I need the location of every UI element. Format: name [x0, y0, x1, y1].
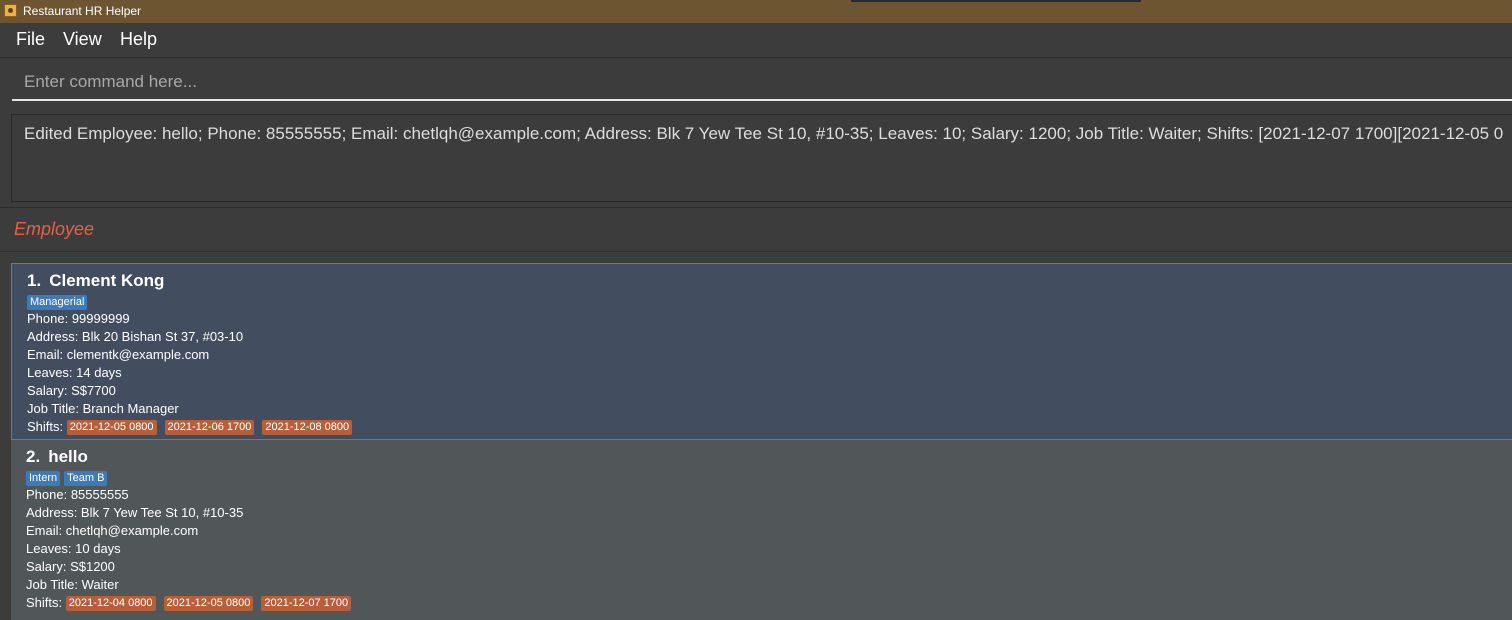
shifts-label: Shifts: — [26, 595, 63, 610]
shift-badge: 2021-12-05 0800 — [163, 596, 254, 611]
shifts-label: Shifts: — [27, 419, 64, 434]
shift-badge: 2021-12-05 0800 — [66, 420, 157, 435]
employee-name: Clement Kong — [49, 271, 165, 290]
employee-email: Email: clementk@example.com — [27, 347, 210, 362]
window-title: Restaurant HR Helper — [23, 4, 142, 18]
shift-badge: 2021-12-04 0800 — [65, 596, 156, 611]
tag: Team B — [64, 471, 108, 486]
employee-card[interactable]: 2. hello Intern Team B Phone: 85555555 Add… — [11, 440, 1512, 620]
tag: Intern — [26, 471, 61, 486]
employee-address: Address: Blk 7 Yew Tee St 10, #10-35 — [26, 505, 244, 520]
employee-name: hello — [48, 447, 88, 466]
tag: Managerial — [27, 295, 88, 310]
employee-phone: Phone: 85555555 — [26, 487, 129, 502]
employee-job-title: Job Title: Waiter — [26, 577, 119, 592]
menu-view[interactable]: View — [63, 29, 102, 50]
employee-email: Email: chetlqh@example.com — [26, 523, 199, 538]
app-icon — [4, 4, 17, 17]
command-input[interactable] — [12, 64, 1512, 101]
shift-badge: 2021-12-08 0800 — [262, 420, 353, 435]
employee-address: Address: Blk 20 Bishan St 37, #03-10 — [27, 329, 244, 344]
employee-leaves: Leaves: 14 days — [27, 365, 122, 380]
menu-file[interactable]: File — [16, 29, 45, 50]
employee-shifts: Shifts: 2021-12-04 0800 2021-12-05 0800 20… — [26, 594, 1506, 612]
employee-salary: Salary: S$7700 — [27, 383, 116, 398]
employee-leaves: Leaves: 10 days — [26, 541, 121, 556]
employee-shifts: Shifts: 2021-12-05 0800 2021-12-06 1700 20… — [27, 418, 1505, 436]
employee-index: 1. — [27, 271, 42, 290]
employee-list[interactable]: 1. Clement Kong Managerial Phone: 9999999… — [0, 251, 1512, 620]
list-header: Employee — [14, 219, 95, 239]
title-bar-strip — [851, 0, 1141, 2]
result-display: Edited Employee: hello; Phone: 85555555;… — [11, 114, 1512, 202]
employee-index: 2. — [26, 447, 41, 466]
employee-phone: Phone: 99999999 — [27, 311, 130, 326]
shift-badge: 2021-12-06 1700 — [164, 420, 255, 435]
menu-bar: File View Help — [0, 23, 1512, 58]
employee-title: 2. hello — [26, 446, 1506, 468]
tag-list: Intern Team B — [26, 468, 1506, 486]
tag-list: Managerial — [27, 292, 1505, 310]
title-bar: Restaurant HR Helper — [0, 0, 1512, 23]
employee-card[interactable]: 1. Clement Kong Managerial Phone: 9999999… — [11, 263, 1512, 440]
shift-badge: 2021-12-07 1700 — [261, 596, 352, 611]
employee-job-title: Job Title: Branch Manager — [27, 401, 179, 416]
employee-salary: Salary: S$1200 — [26, 559, 115, 574]
menu-help[interactable]: Help — [120, 29, 157, 50]
divider — [0, 207, 1512, 208]
command-box — [0, 58, 1512, 108]
employee-title: 1. Clement Kong — [27, 270, 1505, 292]
